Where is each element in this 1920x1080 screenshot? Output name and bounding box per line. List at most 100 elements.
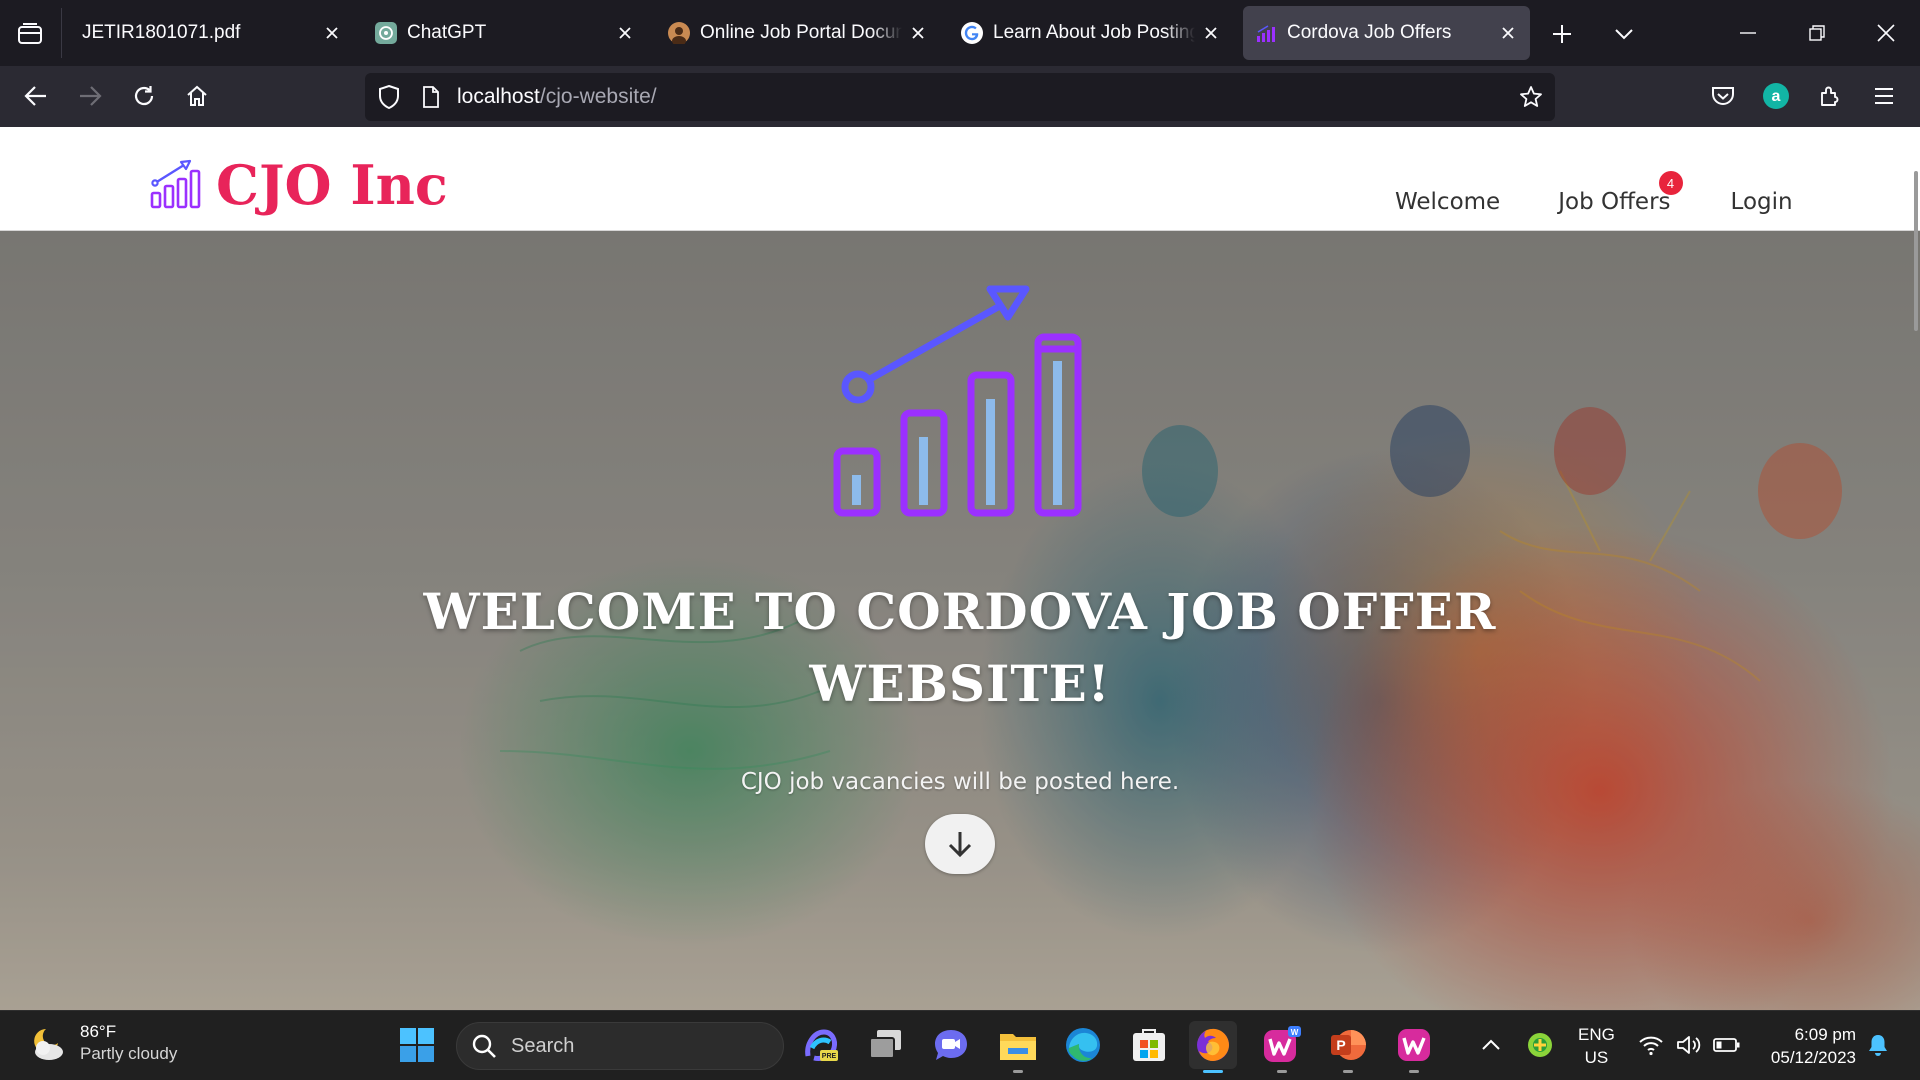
weather-widget[interactable]: 86°F Partly cloudy [24, 1021, 177, 1065]
weather-condition: Partly cloudy [80, 1044, 178, 1063]
close-icon[interactable] [1498, 23, 1518, 43]
brand[interactable]: CJO Inc [150, 153, 448, 217]
svg-text:W: W [1291, 1028, 1299, 1037]
tab-title: Learn About Job Posting S [993, 22, 1195, 43]
notification-badge: 4 [1658, 171, 1683, 195]
taskbar-search[interactable]: Search [456, 1022, 784, 1070]
battery-icon[interactable] [1706, 1021, 1748, 1069]
chevron-down-icon[interactable] [1604, 14, 1644, 54]
chevron-up-icon[interactable] [1467, 1021, 1515, 1069]
language-code: ENG [1578, 1025, 1615, 1044]
windows-taskbar: 86°F Partly cloudy Search PRE W P ENG US… [0, 1010, 1920, 1080]
weather-temp: 86°F [80, 1022, 117, 1041]
tab-chatgpt[interactable]: ChatGPT [363, 6, 647, 60]
close-icon[interactable] [322, 23, 342, 43]
minimize-icon[interactable] [1718, 10, 1778, 56]
shield-icon[interactable] [375, 83, 403, 111]
tab-job-portal-doc[interactable]: Online Job Portal Docume [656, 6, 940, 60]
brand-logo-icon [150, 159, 201, 209]
extensions-icon[interactable] [1810, 76, 1850, 116]
notification-bell-icon[interactable] [1857, 1021, 1899, 1069]
menu-icon[interactable] [1864, 76, 1904, 116]
windows-start-icon[interactable] [393, 1021, 441, 1069]
bookmark-star-icon[interactable] [1517, 83, 1545, 111]
forward-arrow-icon[interactable] [70, 76, 110, 116]
site-nav: Welcome Job Offers 4 Login [1395, 171, 1793, 215]
page-viewport: CJO Inc Welcome Job Offers 4 Login WELCO… [0, 127, 1920, 1010]
wps-office-icon[interactable]: W [1258, 1021, 1306, 1073]
arrow-down-icon [948, 832, 972, 858]
tab-title: Cordova Job Offers [1287, 22, 1452, 43]
account-avatar-icon[interactable]: a [1756, 76, 1796, 116]
powerpoint-icon[interactable]: P [1324, 1021, 1372, 1073]
url-host: localhost [457, 85, 540, 108]
wifi-icon[interactable] [1630, 1021, 1672, 1069]
hero-title-line-2: WEBSITE! [809, 654, 1111, 713]
new-tab-icon[interactable] [1542, 14, 1582, 54]
teams-meet-icon[interactable] [927, 1021, 975, 1069]
tab-learn-job-posting[interactable]: Learn About Job Posting S [949, 6, 1233, 60]
browser-tab-strip: JETIR1801071.pdf ChatGPT Online Job Port… [0, 0, 1920, 66]
avatar-icon [668, 22, 690, 44]
svg-text:PRE: PRE [822, 1053, 837, 1060]
hero-title: WELCOME TO CORDOVA JOB OFFER WEBSITE! [380, 576, 1540, 720]
wps-writer-icon[interactable] [1390, 1021, 1438, 1073]
firefox-icon[interactable] [1189, 1021, 1237, 1073]
close-icon[interactable] [615, 23, 635, 43]
hero-section: WELCOME TO CORDOVA JOB OFFER WEBSITE! CJ… [0, 231, 1920, 1010]
search-label: Search [511, 1034, 575, 1057]
nav-link-welcome[interactable]: Welcome [1395, 189, 1500, 215]
home-icon[interactable] [177, 76, 217, 116]
pocket-icon[interactable] [1703, 76, 1743, 116]
tab-title: Online Job Portal Docume [700, 22, 902, 43]
running-indicator [1277, 1070, 1287, 1073]
brand-name: CJO Inc [216, 153, 448, 217]
url-path: /cjo-website/ [539, 85, 657, 108]
tab-overview-icon[interactable] [10, 14, 50, 54]
region-code: US [1584, 1048, 1609, 1067]
nav-link-login[interactable]: Login [1731, 189, 1793, 215]
nav-link-label: Job Offers [1558, 189, 1671, 215]
close-icon[interactable] [1201, 23, 1221, 43]
input-language[interactable]: ENG US [1578, 1023, 1615, 1069]
url-text[interactable]: localhost/cjo-website/ [457, 85, 657, 109]
clock-time: 6:09 pm [1794, 1025, 1856, 1044]
google-icon [961, 22, 983, 44]
running-indicator [1013, 1070, 1023, 1073]
hero-title-line-1: WELCOME TO CORDOVA JOB OFFER [423, 582, 1497, 641]
tab-cordova-job-offers[interactable]: Cordova Job Offers [1243, 6, 1530, 60]
nav-link-job-offers[interactable]: Job Offers 4 [1558, 171, 1683, 215]
scroll-down-button[interactable] [925, 814, 995, 874]
back-arrow-icon[interactable] [16, 76, 56, 116]
address-bar[interactable]: localhost/cjo-website/ [365, 73, 1555, 121]
reload-icon[interactable] [124, 76, 164, 116]
chatgpt-icon [375, 22, 397, 44]
tab-title: JETIR1801071.pdf [82, 22, 241, 43]
page-icon[interactable] [417, 83, 445, 111]
volume-icon[interactable] [1668, 1021, 1710, 1069]
window-close-icon[interactable] [1856, 10, 1916, 56]
site-header: CJO Inc Welcome Job Offers 4 Login [0, 127, 1920, 231]
chart-icon [1255, 22, 1277, 44]
restore-icon[interactable] [1787, 10, 1847, 56]
hero-subtitle: CJO job vacancies will be posted here. [740, 769, 1180, 795]
hero-chart-logo-icon [833, 285, 1082, 517]
scrollbar[interactable] [1914, 171, 1918, 331]
copilot-icon[interactable]: PRE [797, 1021, 845, 1069]
partly-cloudy-icon [34, 1029, 63, 1060]
search-icon [472, 1034, 496, 1058]
tray-app-icon[interactable] [1516, 1021, 1564, 1069]
running-indicator [1343, 1070, 1353, 1073]
svg-text:P: P [1336, 1037, 1345, 1053]
edge-browser-icon[interactable] [1059, 1021, 1107, 1069]
svg-text:a: a [1772, 88, 1781, 105]
microsoft-store-icon[interactable] [1125, 1021, 1173, 1069]
tab-pdf[interactable]: JETIR1801071.pdf [70, 6, 354, 60]
task-view-icon[interactable] [862, 1021, 910, 1069]
running-indicator [1203, 1070, 1223, 1073]
system-clock[interactable]: 6:09 pm 05/12/2023 [1756, 1023, 1856, 1069]
clock-date: 05/12/2023 [1770, 1048, 1856, 1067]
close-icon[interactable] [908, 23, 928, 43]
tab-title: ChatGPT [407, 22, 487, 43]
file-explorer-icon[interactable] [994, 1021, 1042, 1073]
